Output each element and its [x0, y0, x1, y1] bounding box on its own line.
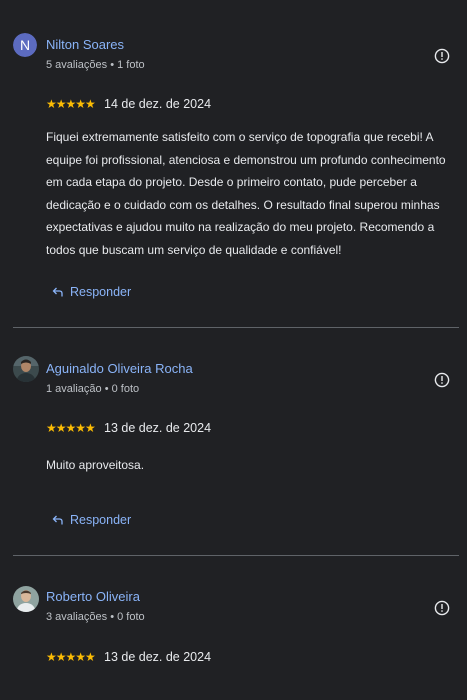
star-rating: ★★★★★	[46, 97, 96, 111]
reply-label: Responder	[70, 513, 132, 527]
star-rating: ★★★★★	[46, 421, 96, 435]
reviewer-name[interactable]: Nilton Soares	[46, 37, 124, 52]
avatar[interactable]	[13, 586, 39, 612]
reply-label: Responder	[70, 285, 132, 299]
avatar-photo	[13, 586, 39, 612]
info-circle-icon	[434, 48, 450, 64]
review-card: Aguinaldo Oliveira Rocha 1 avaliação • 0…	[0, 328, 467, 556]
reviewer-meta: 1 avaliação • 0 foto	[46, 383, 140, 395]
avatar[interactable]: N	[13, 33, 37, 57]
reply-button[interactable]: Responder	[52, 283, 131, 301]
more-options-button[interactable]	[434, 600, 450, 616]
reply-arrow-icon	[52, 287, 63, 297]
review-card: N Nilton Soares 5 avaliações • 1 foto ★★…	[0, 0, 467, 328]
info-circle-icon	[434, 372, 450, 388]
reviewer-name[interactable]: Aguinaldo Oliveira Rocha	[46, 361, 193, 376]
reviewer-meta: 5 avaliações • 1 foto	[46, 59, 145, 71]
review-date: 14 de dez. de 2024	[104, 97, 212, 111]
review-text: Fiquei extremamente satisfeito com o ser…	[46, 130, 446, 257]
star-rating: ★★★★★	[46, 650, 96, 664]
avatar-photo	[13, 356, 39, 382]
review-card: Roberto Oliveira 3 avaliações • 0 foto ★…	[0, 556, 467, 700]
review-date: 13 de dez. de 2024	[104, 421, 212, 435]
review-text: Muito aproveitosa.	[46, 458, 145, 472]
info-circle-icon	[434, 600, 450, 616]
review-date: 13 de dez. de 2024	[104, 650, 212, 664]
more-options-button[interactable]	[434, 48, 450, 64]
more-options-button[interactable]	[434, 372, 450, 388]
reviewer-meta: 3 avaliações • 0 foto	[46, 611, 145, 623]
avatar[interactable]	[13, 356, 39, 382]
reply-button[interactable]: Responder	[52, 511, 131, 529]
reviewer-name[interactable]: Roberto Oliveira	[46, 589, 140, 604]
avatar-initial: N	[13, 33, 37, 57]
reply-arrow-icon	[52, 515, 63, 525]
